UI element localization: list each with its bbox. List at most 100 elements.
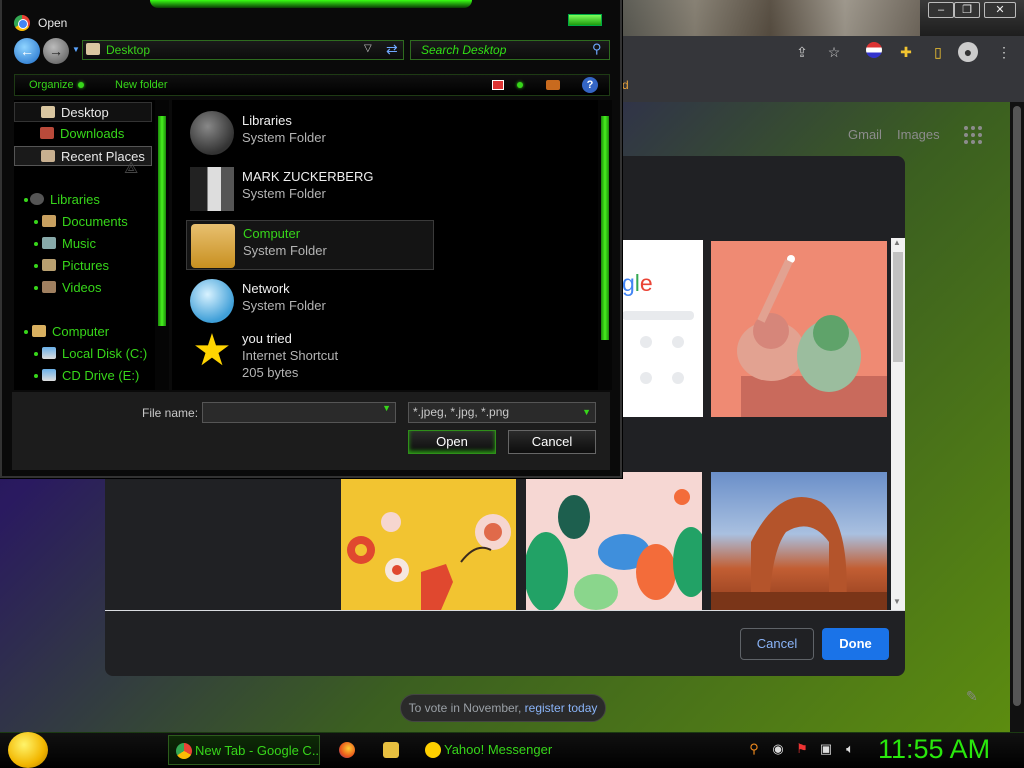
background-tile-flowers-yellow[interactable] bbox=[341, 472, 516, 610]
share-icon[interactable]: ⇪ bbox=[792, 42, 812, 62]
tree-expand-icon[interactable] bbox=[24, 198, 28, 202]
back-arrow-icon[interactable]: ← bbox=[14, 38, 40, 64]
file-item-libraries[interactable]: Libraries System Folder bbox=[186, 108, 434, 158]
downloads-icon bbox=[40, 127, 54, 139]
new-folder-button[interactable]: New folder bbox=[115, 79, 168, 91]
tree-expand-icon[interactable] bbox=[24, 330, 28, 334]
file-name: Network bbox=[242, 281, 290, 296]
tray-status-icon[interactable]: ◉ bbox=[770, 741, 786, 757]
taskbar-clock[interactable]: 11:55 AM bbox=[878, 734, 990, 765]
search-bar-placeholder bbox=[622, 311, 694, 320]
dialog-title: Open bbox=[38, 16, 68, 30]
customize-footer-divider bbox=[105, 610, 905, 611]
side-panel-icon[interactable]: ▯ bbox=[928, 42, 948, 62]
nav-item-downloads[interactable]: Downloads bbox=[14, 124, 152, 144]
bookmark-star-icon[interactable]: ☆ bbox=[824, 42, 844, 62]
nav-label: Music bbox=[62, 236, 96, 251]
action-center-flag-icon[interactable]: ⚑ bbox=[794, 741, 810, 757]
gmail-link[interactable]: Gmail bbox=[848, 127, 882, 142]
view-options-icon[interactable] bbox=[492, 80, 504, 90]
history-dropdown-icon[interactable]: ▼ bbox=[72, 45, 80, 54]
nav-label: Pictures bbox=[62, 258, 109, 273]
task-label: New Tab - Google C... bbox=[195, 743, 320, 758]
forward-arrow-icon[interactable]: → bbox=[43, 38, 69, 64]
close-button[interactable]: ✕ bbox=[984, 2, 1016, 18]
shortcut-dot bbox=[672, 336, 684, 348]
file-type-select[interactable]: *.jpeg, *.jpg, *.png ▼ bbox=[408, 402, 596, 423]
file-name: you tried bbox=[242, 331, 292, 346]
open-button[interactable]: Open bbox=[408, 430, 496, 454]
nav-label: Videos bbox=[62, 280, 102, 295]
shortcut-dot bbox=[672, 372, 684, 384]
organize-dropdown-icon[interactable] bbox=[78, 82, 84, 88]
customize-scrollbar-thumb[interactable] bbox=[893, 252, 903, 362]
google-apps-icon[interactable] bbox=[964, 126, 984, 146]
nav-item-desktop[interactable]: Desktop bbox=[14, 102, 152, 122]
file-scrollbar-thumb[interactable] bbox=[601, 116, 609, 340]
customize-cancel-button[interactable]: Cancel bbox=[740, 628, 814, 660]
taskbar-item-yahoo-messenger[interactable]: Yahoo! Messenger bbox=[418, 735, 574, 765]
network-tray-icon[interactable]: ▣ bbox=[818, 741, 834, 757]
file-type-dropdown-icon[interactable]: ▼ bbox=[582, 403, 591, 422]
dialog-cancel-button[interactable]: Cancel bbox=[508, 430, 596, 454]
flag-extension-icon[interactable] bbox=[864, 42, 884, 62]
background-tile-google[interactable]: gle bbox=[622, 240, 703, 417]
file-name-input[interactable]: ▼ bbox=[202, 402, 396, 423]
scroll-up-arrow-icon[interactable]: ▲ bbox=[893, 238, 901, 247]
scroll-down-arrow-icon[interactable]: ▼ bbox=[893, 597, 901, 606]
preview-pane-icon[interactable] bbox=[546, 80, 560, 90]
search-icon[interactable]: ⚲ bbox=[592, 41, 602, 57]
profile-avatar-icon[interactable]: ● bbox=[958, 42, 978, 62]
file-item-computer[interactable]: Computer System Folder bbox=[186, 220, 434, 270]
file-item-you-tried[interactable]: ★ you tried Internet Shortcut 205 bytes bbox=[186, 326, 434, 384]
user-folder-icon bbox=[190, 167, 234, 211]
google-logo-g: g bbox=[622, 270, 635, 296]
nav-label: Local Disk (C:) bbox=[62, 346, 148, 361]
view-dropdown-icon[interactable] bbox=[517, 82, 523, 88]
recent-places-icon bbox=[41, 150, 55, 162]
bookmark-fragment[interactable]: d bbox=[622, 78, 629, 92]
file-name: Libraries bbox=[242, 113, 292, 128]
libraries-icon bbox=[190, 111, 234, 155]
background-tile-arch-landscape[interactable] bbox=[711, 472, 887, 610]
file-item-mark-zuckerberg[interactable]: MARK ZUCKERBERG System Folder bbox=[186, 164, 434, 214]
page-scrollbar-thumb[interactable] bbox=[1013, 106, 1021, 706]
start-button-smiley-icon[interactable] bbox=[8, 732, 48, 768]
address-dropdown-icon[interactable]: ▽ bbox=[364, 43, 372, 54]
extensions-puzzle-icon[interactable]: ✚ bbox=[896, 42, 916, 62]
file-name-dropdown-icon[interactable]: ▼ bbox=[382, 403, 391, 413]
background-tile-flowers-pink[interactable] bbox=[526, 472, 702, 610]
tree-dot bbox=[34, 352, 38, 356]
customize-done-button[interactable]: Done bbox=[822, 628, 889, 660]
nav-item-libraries[interactable]: Libraries bbox=[30, 190, 168, 210]
google-logo-fragment: gle bbox=[622, 270, 653, 297]
folder-icon bbox=[383, 742, 399, 758]
taskbar-item-firefox[interactable] bbox=[332, 735, 366, 765]
vote-text: To vote in November, bbox=[408, 701, 525, 715]
refresh-icon[interactable]: ⇄ bbox=[386, 41, 398, 58]
organize-button[interactable]: Organize bbox=[29, 79, 74, 91]
register-link[interactable]: register today bbox=[525, 701, 598, 715]
nav-scrollbar-thumb[interactable] bbox=[158, 116, 166, 326]
volume-icon[interactable]: 🔈︎ bbox=[842, 741, 858, 757]
bookmarks-bar bbox=[620, 68, 1024, 102]
restore-button[interactable]: ❐ bbox=[954, 2, 980, 18]
taskbar-item-explorer[interactable] bbox=[376, 735, 410, 765]
minimize-button[interactable]: – bbox=[928, 2, 954, 18]
tray-search-icon[interactable]: ⚲ bbox=[746, 741, 762, 757]
dialog-title-glow bbox=[150, 0, 472, 8]
search-placeholder[interactable]: Search Desktop bbox=[421, 43, 506, 57]
file-item-network[interactable]: Network System Folder bbox=[186, 276, 434, 326]
documents-icon bbox=[42, 215, 56, 227]
shortcut-dot bbox=[640, 372, 652, 384]
chrome-menu-icon[interactable]: ⋮ bbox=[994, 42, 1014, 62]
taskbar-item-chrome[interactable]: New Tab - Google C... bbox=[168, 735, 320, 765]
address-text[interactable]: Desktop bbox=[106, 43, 150, 57]
nav-item-computer[interactable]: Computer bbox=[32, 322, 170, 342]
help-icon[interactable]: ? bbox=[582, 77, 598, 93]
dialog-close-button[interactable] bbox=[568, 14, 602, 26]
customize-pencil-icon[interactable]: ✎ bbox=[966, 688, 978, 705]
file-type: System Folder bbox=[242, 130, 326, 145]
background-tile-illustration-people[interactable] bbox=[711, 241, 887, 417]
images-link[interactable]: Images bbox=[897, 127, 940, 142]
